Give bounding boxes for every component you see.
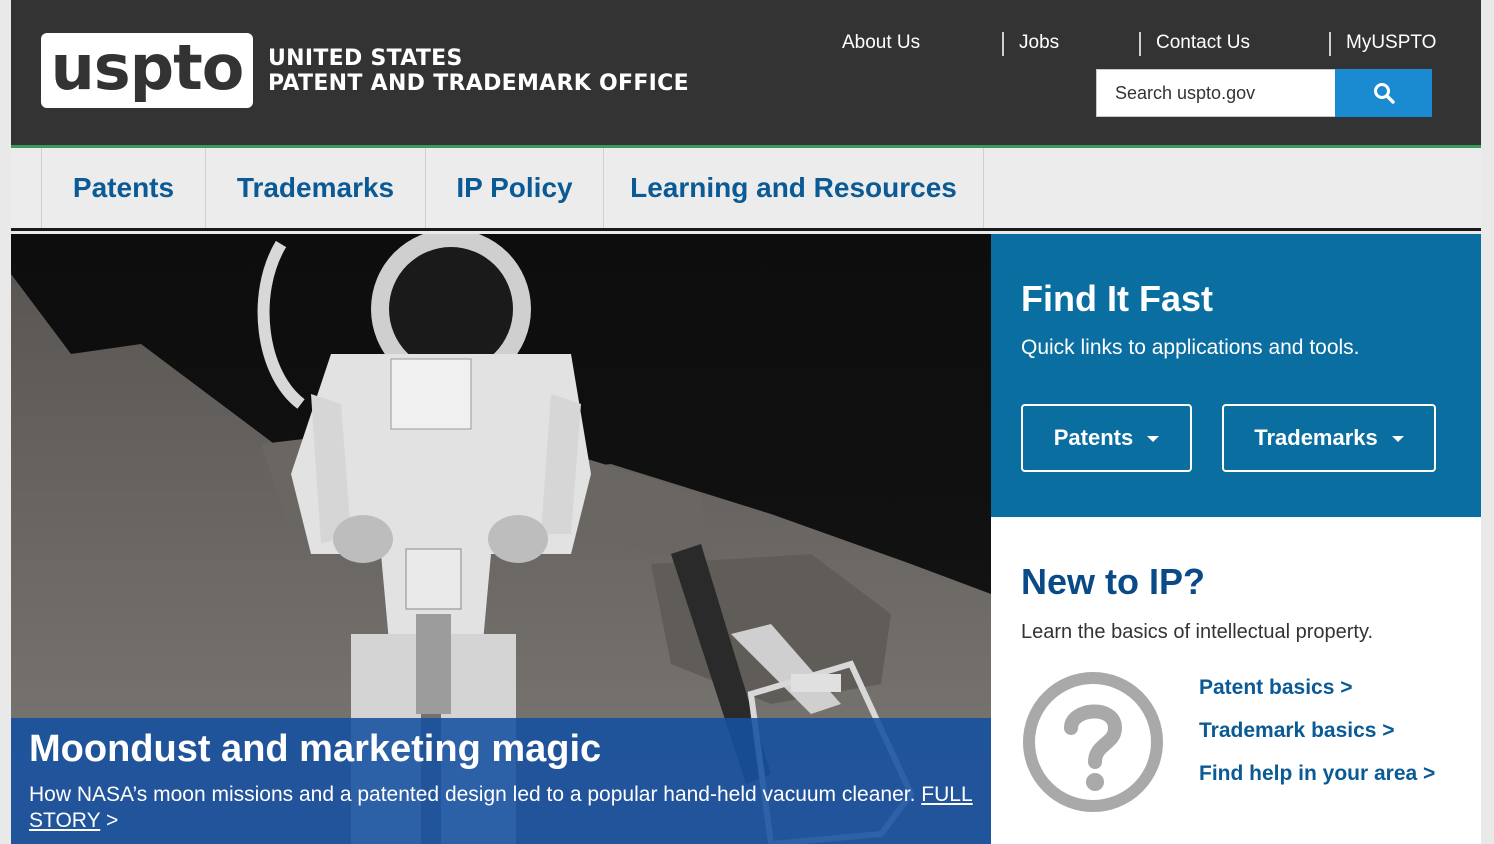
new-to-ip-title: New to IP?: [1021, 561, 1206, 602]
find-it-fast-panel: Find It Fast Quick links to applications…: [991, 234, 1481, 517]
nav-item-patents[interactable]: Patents: [41, 148, 205, 228]
logo-agency-name: UNITED STATES PATENT AND TRADEMARK OFFIC…: [268, 46, 689, 96]
util-link-contact-us[interactable]: Contact Us: [1156, 32, 1250, 54]
find-it-fast-patents-label: Patents: [1053, 425, 1134, 450]
hero-feature[interactable]: Moondust and marketing magic How NASA’s …: [11, 234, 991, 844]
logo-wordmark: uspto: [50, 30, 245, 104]
main-nav: Patents Trademarks IP Policy Learning an…: [11, 148, 1481, 231]
hero-description-text: How NASA’s moon missions and a patented …: [29, 783, 916, 806]
logo-line-1: UNITED STATES: [268, 46, 463, 71]
patent-basics-link[interactable]: Patent basics >: [1199, 676, 1353, 700]
search-button[interactable]: [1335, 69, 1432, 117]
new-to-ip-panel: New to IP? Learn the basics of intellect…: [991, 517, 1481, 844]
find-it-fast-trademarks-button[interactable]: Trademarks: [1222, 404, 1436, 472]
uspto-logo[interactable]: uspto: [41, 33, 253, 108]
util-link-about-us[interactable]: About Us: [842, 32, 920, 54]
nav-item-learning-resources[interactable]: Learning and Resources: [603, 148, 984, 228]
find-it-fast-patents-button[interactable]: Patents: [1021, 404, 1192, 472]
util-separator: [1139, 32, 1141, 56]
hero-title: Moondust and marketing magic: [29, 728, 602, 770]
util-link-myuspto[interactable]: MyUSPTO: [1346, 32, 1436, 54]
page: uspto UNITED STATES PATENT AND TRADEMARK…: [11, 0, 1481, 844]
nav-item-trademarks[interactable]: Trademarks: [205, 148, 425, 228]
question-circle-icon: [1023, 672, 1163, 812]
caret-down-icon: [1147, 436, 1160, 442]
hero-caption: Moondust and marketing magic How NASA’s …: [11, 718, 991, 844]
trademark-basics-link[interactable]: Trademark basics >: [1199, 719, 1395, 743]
search-input[interactable]: [1096, 69, 1335, 117]
util-link-jobs[interactable]: Jobs: [1019, 32, 1059, 54]
search-icon: [1373, 83, 1395, 104]
nav-item-ip-policy[interactable]: IP Policy: [425, 148, 603, 228]
util-separator: [1329, 32, 1331, 56]
new-to-ip-subtitle: Learn the basics of intellectual propert…: [1021, 621, 1374, 643]
search-form: [1096, 69, 1432, 117]
find-it-fast-title: Find It Fast: [1021, 278, 1213, 319]
hero-description: How NASA’s moon missions and a patented …: [29, 782, 973, 834]
site-header: uspto UNITED STATES PATENT AND TRADEMARK…: [11, 0, 1481, 145]
caret-down-icon: [1391, 436, 1404, 442]
find-it-fast-trademarks-label: Trademarks: [1254, 425, 1378, 450]
find-it-fast-subtitle: Quick links to applications and tools.: [1021, 336, 1360, 359]
find-help-link[interactable]: Find help in your area >: [1199, 762, 1435, 786]
hero-link-chevron: >: [106, 809, 119, 832]
logo-line-2: PATENT AND TRADEMARK OFFICE: [268, 71, 689, 96]
util-separator: [1002, 32, 1004, 56]
